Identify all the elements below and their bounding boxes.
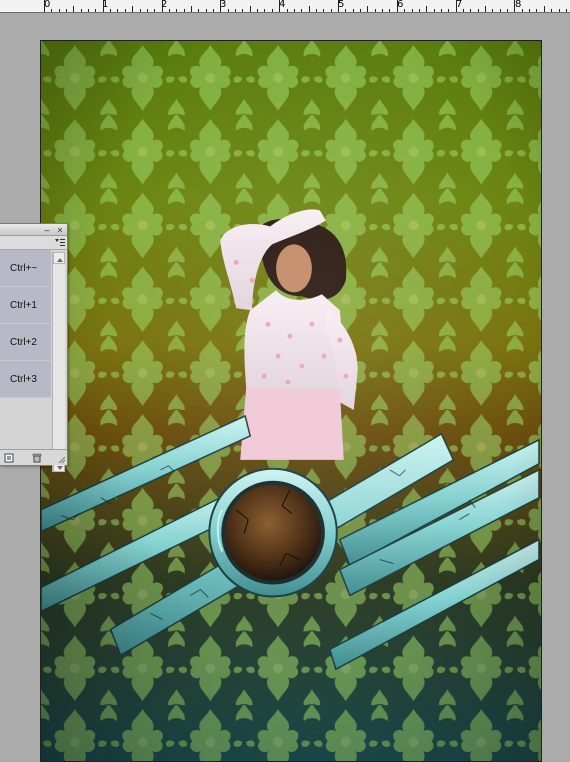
ruler-tick (389, 9, 390, 12)
ruler-tick (412, 9, 413, 12)
ruler-tick (228, 9, 229, 12)
shortcut-label: Ctrl+1 (10, 299, 37, 311)
ruler-tick (500, 9, 501, 12)
ruler-tick (375, 9, 376, 12)
shortcut-label: Ctrl+~ (10, 262, 38, 274)
ruler-tick (367, 6, 368, 12)
ruler-tick (279, 0, 280, 12)
ruler-tick (404, 9, 405, 12)
ruler-tick (551, 9, 552, 12)
panel-title-bar[interactable]: – × (0, 224, 67, 236)
panel-menu-icon[interactable] (55, 238, 65, 248)
ruler-tick (514, 0, 515, 12)
ruler-tick (191, 6, 192, 12)
ruler-tick (184, 9, 185, 12)
ruler-tick (206, 9, 207, 12)
scroll-up-icon[interactable] (53, 252, 65, 264)
ruler-tick (103, 0, 104, 12)
ruler-tick (81, 9, 82, 12)
ruler-tick (125, 9, 126, 12)
ruler-tick (448, 9, 449, 12)
ruler-tick (434, 9, 435, 12)
close-button[interactable]: × (55, 225, 65, 235)
ruler-tick (169, 9, 170, 12)
ruler-tick (529, 9, 530, 12)
trash-icon[interactable] (32, 453, 42, 463)
channels-panel[interactable]: – × Ctrl+~ Ctrl+1 Ctrl+2 Ctrl+3 (0, 223, 68, 472)
ruler-tick (95, 9, 96, 12)
ruler-tick (309, 6, 310, 12)
canvas-workspace[interactable] (0, 14, 570, 762)
ruler-tick (132, 6, 133, 12)
channel-row-composite[interactable]: Ctrl+~ (0, 250, 51, 287)
ruler-tick (294, 9, 295, 12)
ruler-tick (272, 9, 273, 12)
ruler-tick (426, 6, 427, 12)
ruler-tick (397, 0, 398, 12)
ruler-tick (140, 9, 141, 12)
minimize-button[interactable]: – (42, 225, 52, 235)
document-canvas[interactable] (40, 40, 542, 762)
ruler-tick (147, 9, 148, 12)
ruler-tick (264, 9, 265, 12)
ruler-tick (536, 9, 537, 12)
channel-row-1[interactable]: Ctrl+1 (0, 287, 51, 324)
ruler-tick (220, 0, 221, 12)
ruler-tick (59, 9, 60, 12)
ruler-tick (66, 9, 67, 12)
ruler-tick (110, 9, 111, 12)
ruler-tick (257, 9, 258, 12)
channel-list: Ctrl+~ Ctrl+1 Ctrl+2 Ctrl+3 (0, 250, 51, 398)
panel-footer (0, 449, 67, 465)
ruler-tick (162, 0, 163, 12)
ruler-tick (566, 9, 567, 12)
ruler-tick (382, 9, 383, 12)
ruler-tick (44, 0, 45, 12)
resize-grip-icon[interactable] (58, 456, 66, 464)
ruler-tick (478, 9, 479, 12)
shortcut-label: Ctrl+3 (10, 373, 37, 385)
ruler-tick (463, 9, 464, 12)
ruler-tick (353, 9, 354, 12)
ruler-tick (345, 9, 346, 12)
ruler-tick (198, 9, 199, 12)
ruler-tick (485, 6, 486, 12)
channel-row-3[interactable]: Ctrl+3 (0, 361, 51, 398)
ruler-tick (559, 9, 560, 12)
ruler-tick (507, 9, 508, 12)
ruler-tick (301, 9, 302, 12)
ruler-tick (154, 9, 155, 12)
ruler-tick (316, 9, 317, 12)
ruler-tick (73, 6, 74, 12)
ruler-tick (331, 9, 332, 12)
ruler-tick (419, 9, 420, 12)
ruler-tick (287, 9, 288, 12)
panel-scrollbar[interactable] (52, 252, 65, 472)
ruler-tick (323, 9, 324, 12)
ruler-tick (492, 9, 493, 12)
ruler-tick (522, 9, 523, 12)
ruler-tick (176, 9, 177, 12)
ruler-tick (250, 6, 251, 12)
ruler-tick (470, 9, 471, 12)
horizontal-ruler[interactable]: 0 1 2 3 4 5 6 7 8 (0, 0, 570, 13)
ruler-label-8: 8 (515, 0, 522, 10)
channel-row-2[interactable]: Ctrl+2 (0, 324, 51, 361)
ruler-tick (88, 9, 89, 12)
ruler-tick (360, 9, 361, 12)
new-channel-icon[interactable] (4, 453, 14, 463)
ruler-tick (213, 9, 214, 12)
ruler-tick (117, 9, 118, 12)
ruler-tick (51, 9, 52, 12)
ruler-tick (235, 9, 236, 12)
ruler-tick (242, 9, 243, 12)
ruler-tick (338, 0, 339, 12)
ruler-tick (441, 9, 442, 12)
shortcut-label: Ctrl+2 (10, 336, 37, 348)
vignette-overlay (41, 41, 541, 761)
ruler-tick (456, 0, 457, 12)
ruler-tick (544, 6, 545, 12)
